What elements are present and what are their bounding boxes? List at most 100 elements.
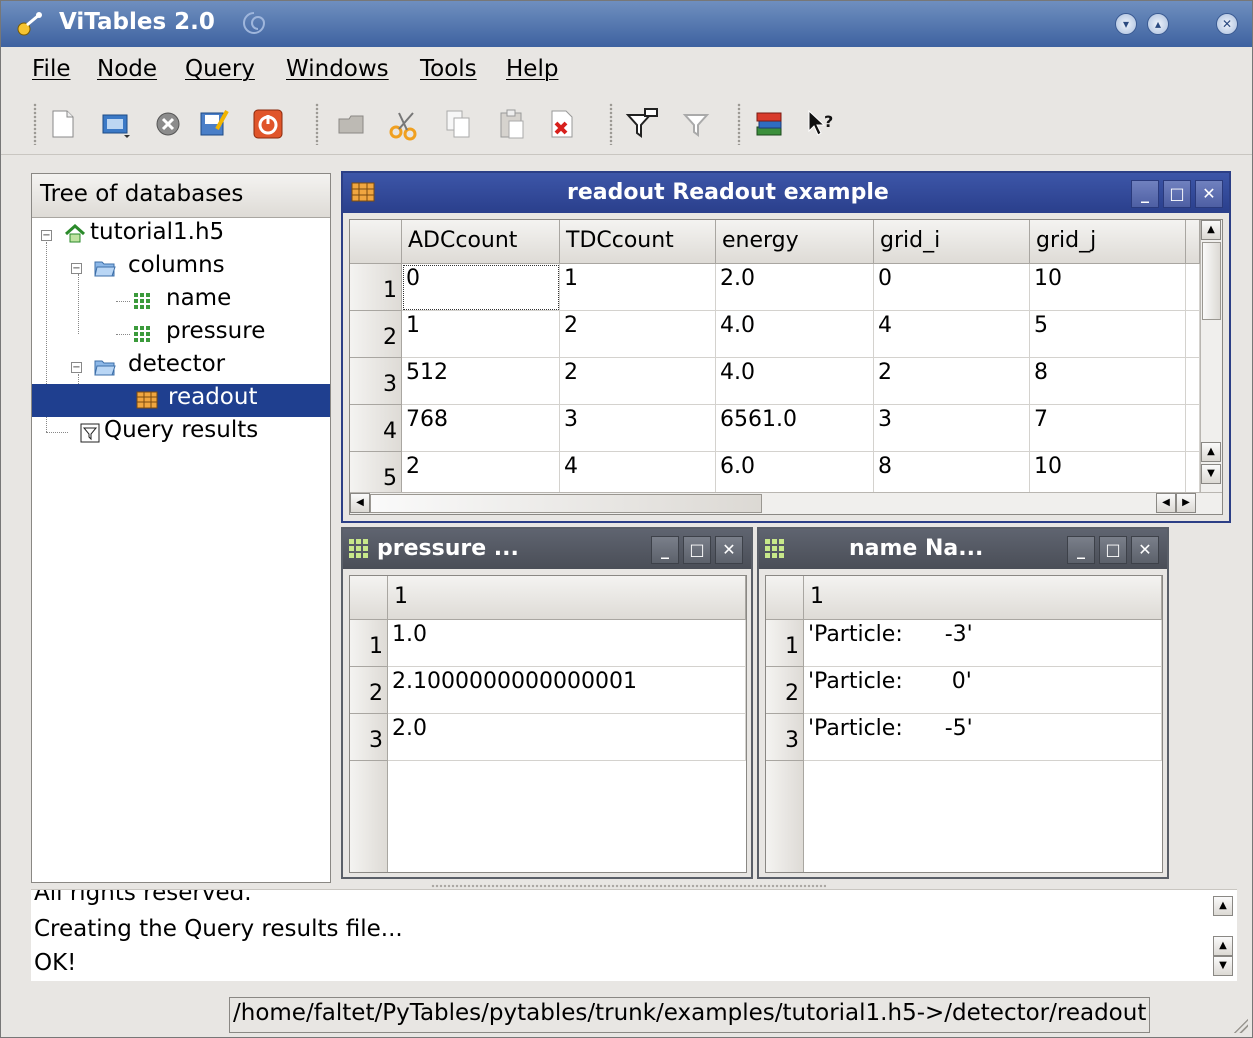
pressure-title-bar[interactable]: pressure ... _ □ ✕ (343, 529, 751, 569)
tree-item-name[interactable]: name (130, 285, 328, 318)
tree-item-detector[interactable]: − detector (70, 351, 328, 384)
maximize-window-icon[interactable]: ▴ (1147, 13, 1169, 35)
tree-item-readout[interactable]: readout (32, 384, 330, 417)
toolbar-grip[interactable] (609, 103, 613, 145)
table-cell[interactable]: 3 (560, 405, 716, 452)
table-cell[interactable]: 8 (1030, 358, 1186, 405)
table-cell[interactable]: 'Particle: -3' (804, 620, 1162, 667)
column-header[interactable]: energy (716, 220, 874, 264)
table-cell[interactable]: 2 (560, 311, 716, 358)
menu-file[interactable]: File (32, 56, 71, 82)
resize-grip[interactable] (1230, 1015, 1248, 1033)
scroll-up-icon[interactable]: ▲ (1213, 936, 1233, 956)
table-cell[interactable]: 5 (1030, 311, 1186, 358)
table-cell[interactable]: 2 (874, 358, 1030, 405)
save-as-icon[interactable] (197, 107, 231, 141)
cut-icon[interactable] (387, 107, 421, 141)
quit-icon[interactable] (251, 107, 285, 141)
table-cell[interactable]: 6561.0 (716, 405, 874, 452)
close-icon[interactable]: ✕ (1195, 180, 1223, 208)
database-tree[interactable]: Tree of databases − tutorial1.h5 − colum… (31, 173, 331, 883)
table-cell-overflow[interactable] (1186, 405, 1200, 452)
scroll-up-icon[interactable]: ▲ (1201, 442, 1221, 462)
column-header-overflow[interactable] (1186, 220, 1200, 264)
scroll-thumb[interactable] (1202, 242, 1221, 320)
delete-icon[interactable] (545, 107, 579, 141)
open-node-icon[interactable] (335, 107, 369, 141)
row-header[interactable]: 3 (350, 714, 388, 761)
table-cell[interactable]: 768 (402, 405, 560, 452)
title-bar[interactable]: ViTables 2.0 ▾ ▴ ✕ (1, 1, 1252, 47)
row-header[interactable]: 1 (350, 620, 388, 667)
table-cell[interactable]: 2.1000000000000001 (388, 667, 746, 714)
menu-help[interactable]: Help (506, 56, 558, 82)
row-header[interactable]: 2 (350, 667, 388, 714)
readout-table[interactable]: ADCcount TDCcount energy grid_i grid_j 1… (349, 219, 1223, 515)
column-header[interactable]: 1 (804, 576, 1162, 620)
minimize-window-icon[interactable]: ▾ (1115, 13, 1137, 35)
table-corner[interactable] (350, 576, 388, 620)
pressure-window[interactable]: pressure ... _ □ ✕ 1 1 1.0 2 2.100000000000… (341, 527, 753, 879)
readout-title-bar[interactable]: readout Readout example _ □ ✕ (343, 173, 1229, 213)
toolbar-grip[interactable] (315, 103, 319, 145)
maximize-icon[interactable]: □ (683, 536, 711, 564)
table-cell[interactable]: 2.0 (388, 714, 746, 761)
maximize-icon[interactable]: □ (1099, 536, 1127, 564)
minimize-icon[interactable]: _ (651, 536, 679, 564)
scroll-left-icon[interactable]: ◀ (1156, 493, 1176, 513)
readout-horizontal-scrollbar[interactable]: ◀ ◀ ▶ (350, 492, 1222, 514)
column-header[interactable]: TDCcount (560, 220, 716, 264)
table-cell[interactable]: 0 (874, 264, 1030, 311)
tree-item-file[interactable]: − tutorial1.h5 (40, 219, 328, 252)
menu-windows[interactable]: Windows (286, 56, 389, 82)
scroll-thumb[interactable] (370, 494, 762, 513)
scroll-up-icon[interactable]: ▲ (1213, 896, 1233, 916)
manual-icon[interactable] (753, 107, 787, 141)
table-cell[interactable]: 1 (560, 264, 716, 311)
table-cell[interactable]: 2.0 (716, 264, 874, 311)
row-header[interactable]: 1 (766, 620, 804, 667)
column-header[interactable]: 1 (388, 576, 746, 620)
close-file-icon[interactable] (151, 107, 185, 141)
toolbar-grip[interactable] (737, 103, 741, 145)
log-panel[interactable]: All rights reserved. Creating the Query … (31, 889, 1237, 981)
readout-vertical-scrollbar[interactable]: ▲ ▲ ▼ (1200, 220, 1222, 492)
table-cell[interactable]: 4 (874, 311, 1030, 358)
close-window-icon[interactable]: ✕ (1216, 13, 1238, 35)
close-icon[interactable]: ✕ (715, 536, 743, 564)
table-cell[interactable]: 4.0 (716, 358, 874, 405)
copy-icon[interactable] (441, 107, 475, 141)
row-header[interactable]: 2 (766, 667, 804, 714)
open-file-icon[interactable] (99, 107, 133, 141)
column-header[interactable]: ADCcount (402, 220, 560, 264)
scroll-left-icon[interactable]: ◀ (350, 493, 370, 513)
new-query-icon[interactable] (625, 107, 659, 141)
readout-window[interactable]: readout Readout example _ □ ✕ ADCcount T… (341, 171, 1231, 523)
tree-item-columns[interactable]: − columns (70, 252, 328, 285)
table-cell[interactable]: 10 (1030, 264, 1186, 311)
log-splitter[interactable] (431, 884, 826, 888)
row-header[interactable]: 1 (350, 264, 402, 311)
name-window[interactable]: name Na... _ □ ✕ 1 1 'Particle: -3' 2 'Part… (757, 527, 1169, 879)
table-cell[interactable]: 'Particle: -5' (804, 714, 1162, 761)
new-file-icon[interactable] (45, 107, 79, 141)
collapse-icon[interactable]: − (71, 263, 82, 274)
table-cell-overflow[interactable] (1186, 311, 1200, 358)
column-header[interactable]: grid_j (1030, 220, 1186, 264)
collapse-icon[interactable]: − (41, 230, 52, 241)
log-scrollbar[interactable]: ▲ ▲ ▼ (1211, 890, 1235, 981)
whats-this-icon[interactable]: ? (805, 107, 839, 141)
tree-item-pressure[interactable]: pressure (130, 318, 328, 351)
tree-header[interactable]: Tree of databases (32, 174, 330, 218)
table-cell[interactable]: 1 (402, 311, 560, 358)
scroll-down-icon[interactable]: ▼ (1213, 956, 1233, 976)
maximize-icon[interactable]: □ (1163, 180, 1191, 208)
table-cell[interactable]: 0 (402, 264, 560, 311)
close-icon[interactable]: ✕ (1131, 536, 1159, 564)
delete-query-icon[interactable] (681, 107, 715, 141)
menu-node[interactable]: Node (97, 56, 157, 82)
tree-item-query-results[interactable]: Query results (68, 417, 328, 450)
pressure-table[interactable]: 1 1 1.0 2 2.1000000000000001 3 2.0 (349, 575, 747, 873)
table-cell[interactable]: 512 (402, 358, 560, 405)
table-cell[interactable]: 7 (1030, 405, 1186, 452)
